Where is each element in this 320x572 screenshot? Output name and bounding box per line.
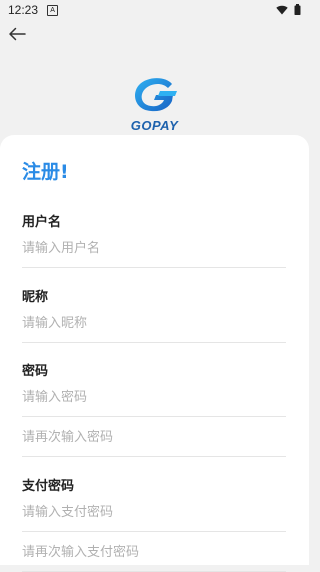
pay-password-field-wrapper (22, 494, 286, 532)
password-input[interactable] (22, 379, 286, 416)
status-bar: 12:23 A (0, 0, 309, 20)
pay-password-label: 支付密码 (22, 479, 75, 494)
password-field-wrapper (22, 379, 286, 417)
username-input[interactable] (22, 230, 286, 267)
page-title: 注册! (22, 161, 69, 183)
nickname-field-wrapper (22, 305, 286, 343)
username-label: 用户名 (22, 215, 62, 230)
wifi-icon (276, 5, 288, 14)
battery-icon (294, 4, 301, 15)
nickname-input[interactable] (22, 305, 286, 342)
password-confirm-input[interactable] (22, 419, 286, 456)
back-arrow-icon[interactable] (6, 24, 28, 44)
brand-name: GOPAY (130, 118, 179, 133)
username-field-wrapper (22, 230, 286, 268)
nickname-label: 昵称 (22, 290, 49, 305)
notification-icon: A (47, 4, 59, 16)
pay-password-confirm-input[interactable] (22, 534, 286, 571)
pay-password-confirm-field-wrapper (22, 534, 286, 572)
gopay-logo-icon (135, 78, 177, 112)
status-time: 12:23 (8, 3, 39, 17)
status-icons (276, 4, 301, 15)
password-confirm-field-wrapper (22, 419, 286, 457)
pay-password-input[interactable] (22, 494, 286, 531)
password-label: 密码 (22, 364, 49, 379)
